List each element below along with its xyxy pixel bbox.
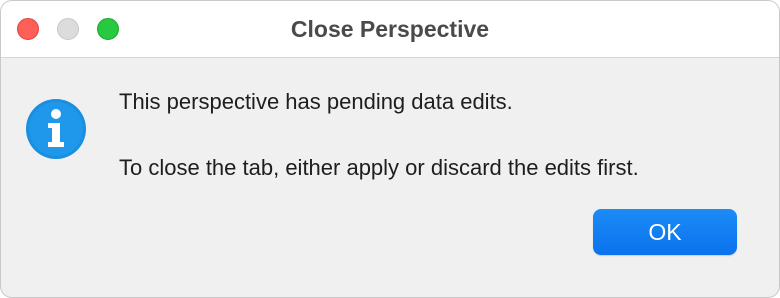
message-line-2: To close the tab, either apply or discar… — [119, 155, 639, 180]
ok-button[interactable]: OK — [593, 209, 737, 255]
dialog-window: Close Perspective This perspective has p… — [0, 0, 780, 298]
window-title: Close Perspective — [290, 16, 490, 42]
message-line-1: This perspective has pending data edits. — [119, 89, 513, 114]
info-icon — [26, 99, 86, 159]
title-bar: Close Perspective — [1, 1, 779, 58]
